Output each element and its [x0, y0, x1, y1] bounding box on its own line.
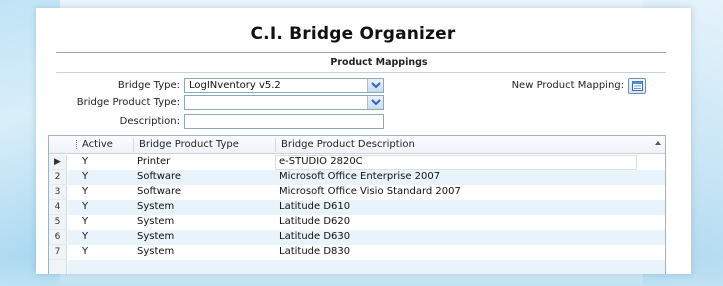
- bridge-product-type-select[interactable]: [184, 95, 384, 110]
- bridge-type-label: Bridge Type:: [117, 80, 180, 91]
- cell-active: Y: [82, 246, 89, 257]
- page-title: C.I. Bridge Organizer: [250, 24, 456, 44]
- description-label: Description:: [119, 116, 180, 127]
- table-row[interactable]: 2 Y Software Microsoft Office Enterprise…: [49, 170, 665, 185]
- table-row-partial[interactable]: [49, 260, 665, 274]
- column-header-active[interactable]: Active: [82, 139, 113, 150]
- cell-type: Printer: [137, 156, 171, 167]
- grid-header: Active Bridge Product Type Bridge Produc…: [49, 136, 665, 154]
- title-divider: [56, 52, 666, 53]
- chevron-down-icon[interactable]: [367, 96, 383, 109]
- cell-active: Y: [82, 156, 89, 167]
- column-header-bridge-product-description[interactable]: Bridge Product Description: [281, 139, 415, 150]
- column-separator[interactable]: [133, 138, 134, 152]
- cell-type: System: [137, 201, 175, 212]
- scroll-up-arrow-icon[interactable]: [653, 138, 663, 148]
- row-number[interactable]: 7: [49, 245, 67, 260]
- table-row[interactable]: 6 Y System Latitude D630: [49, 230, 665, 245]
- row-pointer-icon[interactable]: ▶: [49, 155, 67, 170]
- row-number[interactable]: 3: [49, 185, 67, 200]
- cell-type: Software: [137, 186, 182, 197]
- table-row[interactable]: 5 Y System Latitude D620: [49, 215, 665, 230]
- cell-description: Latitude D830: [279, 246, 351, 257]
- bridge-product-type-label: Bridge Product Type:: [76, 97, 180, 108]
- row-background: [68, 260, 665, 274]
- cell-description: e-STUDIO 2820C: [279, 156, 363, 167]
- new-record-icon: [632, 81, 643, 91]
- cell-active: Y: [82, 216, 89, 227]
- column-separator[interactable]: [275, 138, 276, 152]
- cell-description: Latitude D620: [279, 216, 351, 227]
- cell-type: System: [137, 246, 175, 257]
- new-product-mapping-label: New Product Mapping:: [511, 80, 624, 91]
- cell-description: Latitude D610: [279, 201, 351, 212]
- row-number[interactable]: 4: [49, 200, 67, 215]
- ci-bridge-organizer-panel: C.I. Bridge Organizer Product Mappings B…: [36, 8, 691, 274]
- row-number[interactable]: 5: [49, 215, 67, 230]
- column-grip-icon[interactable]: [76, 140, 78, 149]
- cell-description: Microsoft Office Enterprise 2007: [279, 171, 441, 182]
- product-mappings-grid: Active Bridge Product Type Bridge Produc…: [48, 135, 666, 274]
- cell-type: System: [137, 231, 175, 242]
- description-input[interactable]: [184, 114, 384, 129]
- table-row[interactable]: 4 Y System Latitude D610: [49, 200, 665, 215]
- bridge-type-value: LogINventory v5.2: [189, 80, 281, 91]
- table-row[interactable]: 3 Y Software Microsoft Office Visio Stan…: [49, 185, 665, 200]
- cell-description: Microsoft Office Visio Standard 2007: [279, 186, 461, 197]
- column-header-bridge-product-type[interactable]: Bridge Product Type: [139, 139, 239, 150]
- section-divider: [56, 72, 666, 73]
- cell-active: Y: [82, 171, 89, 182]
- section-title: Product Mappings: [330, 57, 428, 68]
- table-row[interactable]: ▶ Y Printer e-STUDIO 2820C: [49, 155, 665, 170]
- chevron-down-icon[interactable]: [367, 79, 383, 92]
- table-row[interactable]: 7 Y System Latitude D830: [49, 245, 665, 260]
- cell-active: Y: [82, 186, 89, 197]
- row-number[interactable]: 6: [49, 230, 67, 245]
- cell-active: Y: [82, 201, 89, 212]
- row-number[interactable]: 2: [49, 170, 67, 185]
- cell-active: Y: [82, 231, 89, 242]
- row-number[interactable]: [49, 260, 67, 274]
- cell-type: Software: [137, 171, 182, 182]
- cell-description: Latitude D630: [279, 231, 351, 242]
- cell-type: System: [137, 216, 175, 227]
- bridge-type-select[interactable]: LogINventory v5.2: [184, 78, 384, 93]
- new-product-mapping-button[interactable]: [628, 78, 646, 94]
